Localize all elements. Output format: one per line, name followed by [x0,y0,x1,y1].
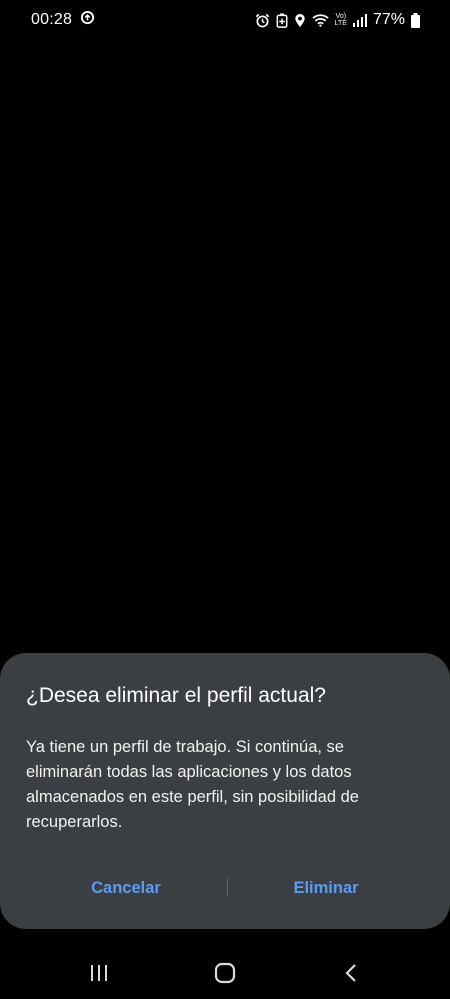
status-time: 00:28 [31,11,73,28]
battery-icon [411,12,420,28]
location-icon [294,13,306,28]
dialog-actions: Cancelar Eliminar [0,868,450,908]
status-bar: 00:28 Vo) LTE 77% [0,0,450,40]
battery-percent: 77% [372,11,405,28]
network-label-top: Vo) [335,13,347,20]
battery-saver-icon [276,12,288,28]
data-saver-icon [80,10,95,30]
status-right: Vo) LTE 77% [255,9,420,31]
network-label-bottom: LTE [334,20,347,27]
home-icon [214,962,236,984]
dialog-title: ¿Desea eliminar el perfil actual? [26,684,326,707]
dialog-message: Ya tiene un perfil de trabajo. Si contin… [26,738,359,831]
recents-icon [91,965,107,981]
delete-button[interactable]: Eliminar [230,868,422,908]
volte-lte-icon: Vo) LTE [335,13,347,27]
button-divider [227,878,228,896]
wifi-icon [312,13,329,27]
recents-button[interactable] [79,959,119,987]
back-button[interactable] [331,959,371,987]
back-icon [345,964,356,982]
cancel-button[interactable]: Cancelar [30,868,222,908]
navigation-bar [0,945,450,999]
signal-icon [352,13,367,27]
home-button[interactable] [205,959,245,987]
alarm-icon [255,13,270,28]
status-left: 00:28 [31,9,95,31]
